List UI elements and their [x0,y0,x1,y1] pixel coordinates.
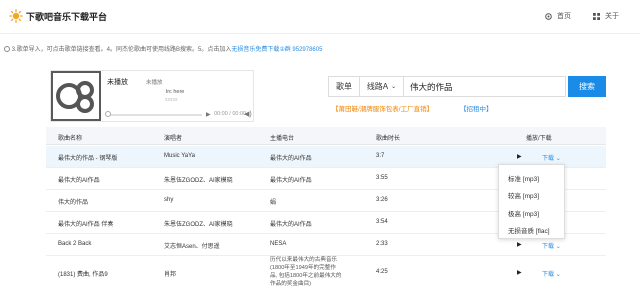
song-title: Back 2 Back [58,241,92,247]
song-artist: 肖邦 [164,272,177,278]
player-song-title: 未播放 [107,79,128,86]
song-duration: 3:54 [376,219,388,225]
lyric-line-next: xxxxx [165,97,178,103]
song-station: 最伟大的AI作品 [270,156,312,162]
album-art-icon [51,71,101,121]
header-station: 主播电台 [270,136,295,142]
music-player: 未播放 未播放 lrc here xxxxx ▶ 00:00 / 00:00 ◀… [50,70,254,122]
notice-text: 3.歌单导入，可点击歌单链接查看。4。同杰伦歌曲可使用线路B搜索。5。点击加入 [11,47,232,53]
player-time: 00:00 / 00:00 [214,111,247,117]
search-button[interactable]: 搜索 [568,76,606,97]
play-icon[interactable]: ▶ [517,241,522,248]
song-title: (1831) 费曲, 作品9 [58,272,108,278]
chevron-down-icon: ⌄ [555,272,561,278]
nav-home-link[interactable]: 首页 [545,11,571,21]
song-duration: 4:25 [376,269,388,275]
line-select-label: 线路A [366,82,389,91]
header-play-download: 播放/下载 [526,136,552,142]
sun-logo-icon[interactable] [9,9,23,23]
quality-option-extreme[interactable]: 极高 [mp3] [508,208,539,218]
download-link[interactable]: 下载 ⌄ [542,153,561,162]
progress-bar[interactable] [107,114,202,116]
song-artist: 朱恩伍ZGODZ、AI家模晓 [164,178,233,184]
quality-option-high[interactable]: 较高 [mp3] [508,190,539,200]
table-header: 歌曲名称 演唱者 主播电台 歌曲时长 播放/下载 [46,127,606,145]
top-header: 下歌吧音乐下载平台 首页 关于 [0,0,640,34]
song-station: NESA [270,241,287,247]
notice-bar: 3.歌单导入，可点击歌单链接查看。4。同杰伦歌曲可使用线路B搜索。5。点击加入无… [0,44,640,58]
chevron-down-icon: ⌄ [555,244,561,250]
header-artist: 演唱者 [164,136,183,142]
download-link[interactable]: 下载 ⌄ [542,241,561,250]
nav-home-label: 首页 [557,13,571,20]
qq-group-link[interactable]: 无损音乐免费下载②群 952978605 [231,47,322,53]
info-icon [4,46,10,53]
song-artist: Music YaYa [164,153,196,159]
progress-handle[interactable] [105,111,111,117]
player-song-artist: 未播放 [146,80,163,86]
lyric-line-current: lrc here [166,89,185,95]
nav-about-link[interactable]: 关于 [593,11,619,21]
play-icon[interactable]: ▶ [517,153,522,160]
song-station: 娟 [270,200,277,206]
search-type-tab[interactable]: 歌单 [329,77,360,96]
home-icon [545,12,552,20]
player-play-icon[interactable]: ▶ [206,111,211,118]
chevron-down-icon: ⌄ [391,84,397,90]
song-title: 伟大的作品 [58,200,89,206]
song-station: 最伟大的AI作品 [270,178,312,184]
search-box: 歌单 线路A ⌄ [328,76,566,97]
song-artist: shy [164,197,174,203]
quality-option-standard[interactable]: 标准 [mp3] [508,173,539,183]
chevron-down-icon: ⌄ [555,156,561,162]
site-title[interactable]: 下歌吧音乐下载平台 [26,10,107,23]
table-row[interactable]: (1831) 费曲, 作品9 肖邦 历代以来最伟大的古典音乐 (1800年至19… [46,256,606,295]
song-title: 最伟大的AI作品 伴奏 [58,222,114,228]
header-duration: 歌曲时长 [376,136,401,142]
download-quality-menu: 标准 [mp3] 较高 [mp3] 极高 [mp3] 无损音质 [flac] [498,164,565,239]
search-input[interactable] [404,77,565,96]
header-song-name: 歌曲名称 [58,136,83,142]
song-title: 最伟大的作品 - 钢琴版 [58,156,118,162]
nav-about-label: 关于 [605,13,619,20]
volume-icon[interactable]: ◀) [244,110,252,118]
song-duration: 3:7 [376,153,385,159]
song-station: 最伟大的AI作品 [270,222,312,228]
download-link[interactable]: 下载 ⌄ [542,269,561,278]
grid-icon [593,12,600,20]
play-icon[interactable]: ▶ [517,269,522,276]
album-cover [51,71,101,121]
song-artist: 朱恩伍ZGODZ、AI家模晓 [164,222,233,228]
quality-option-lossless[interactable]: 无损音质 [flac] [508,225,550,235]
promo-link[interactable]: 【莆田鞋/潮牌服饰包表/工厂直销】 [332,103,433,113]
rent-ad-link[interactable]: 【招租中】 [460,103,493,113]
line-select[interactable]: 线路A ⌄ [360,77,404,96]
song-duration: 2:33 [376,241,388,247]
song-duration: 3:55 [376,175,388,181]
song-duration: 3:26 [376,197,388,203]
song-title: 最伟大的AI作品 [58,178,100,184]
song-artist: 艾志恒Asen、付思遥 [164,244,220,250]
song-station: 历代以来最伟大的古典音乐 (1800年至1949年的完整作品, 包括1800年之… [270,257,342,287]
